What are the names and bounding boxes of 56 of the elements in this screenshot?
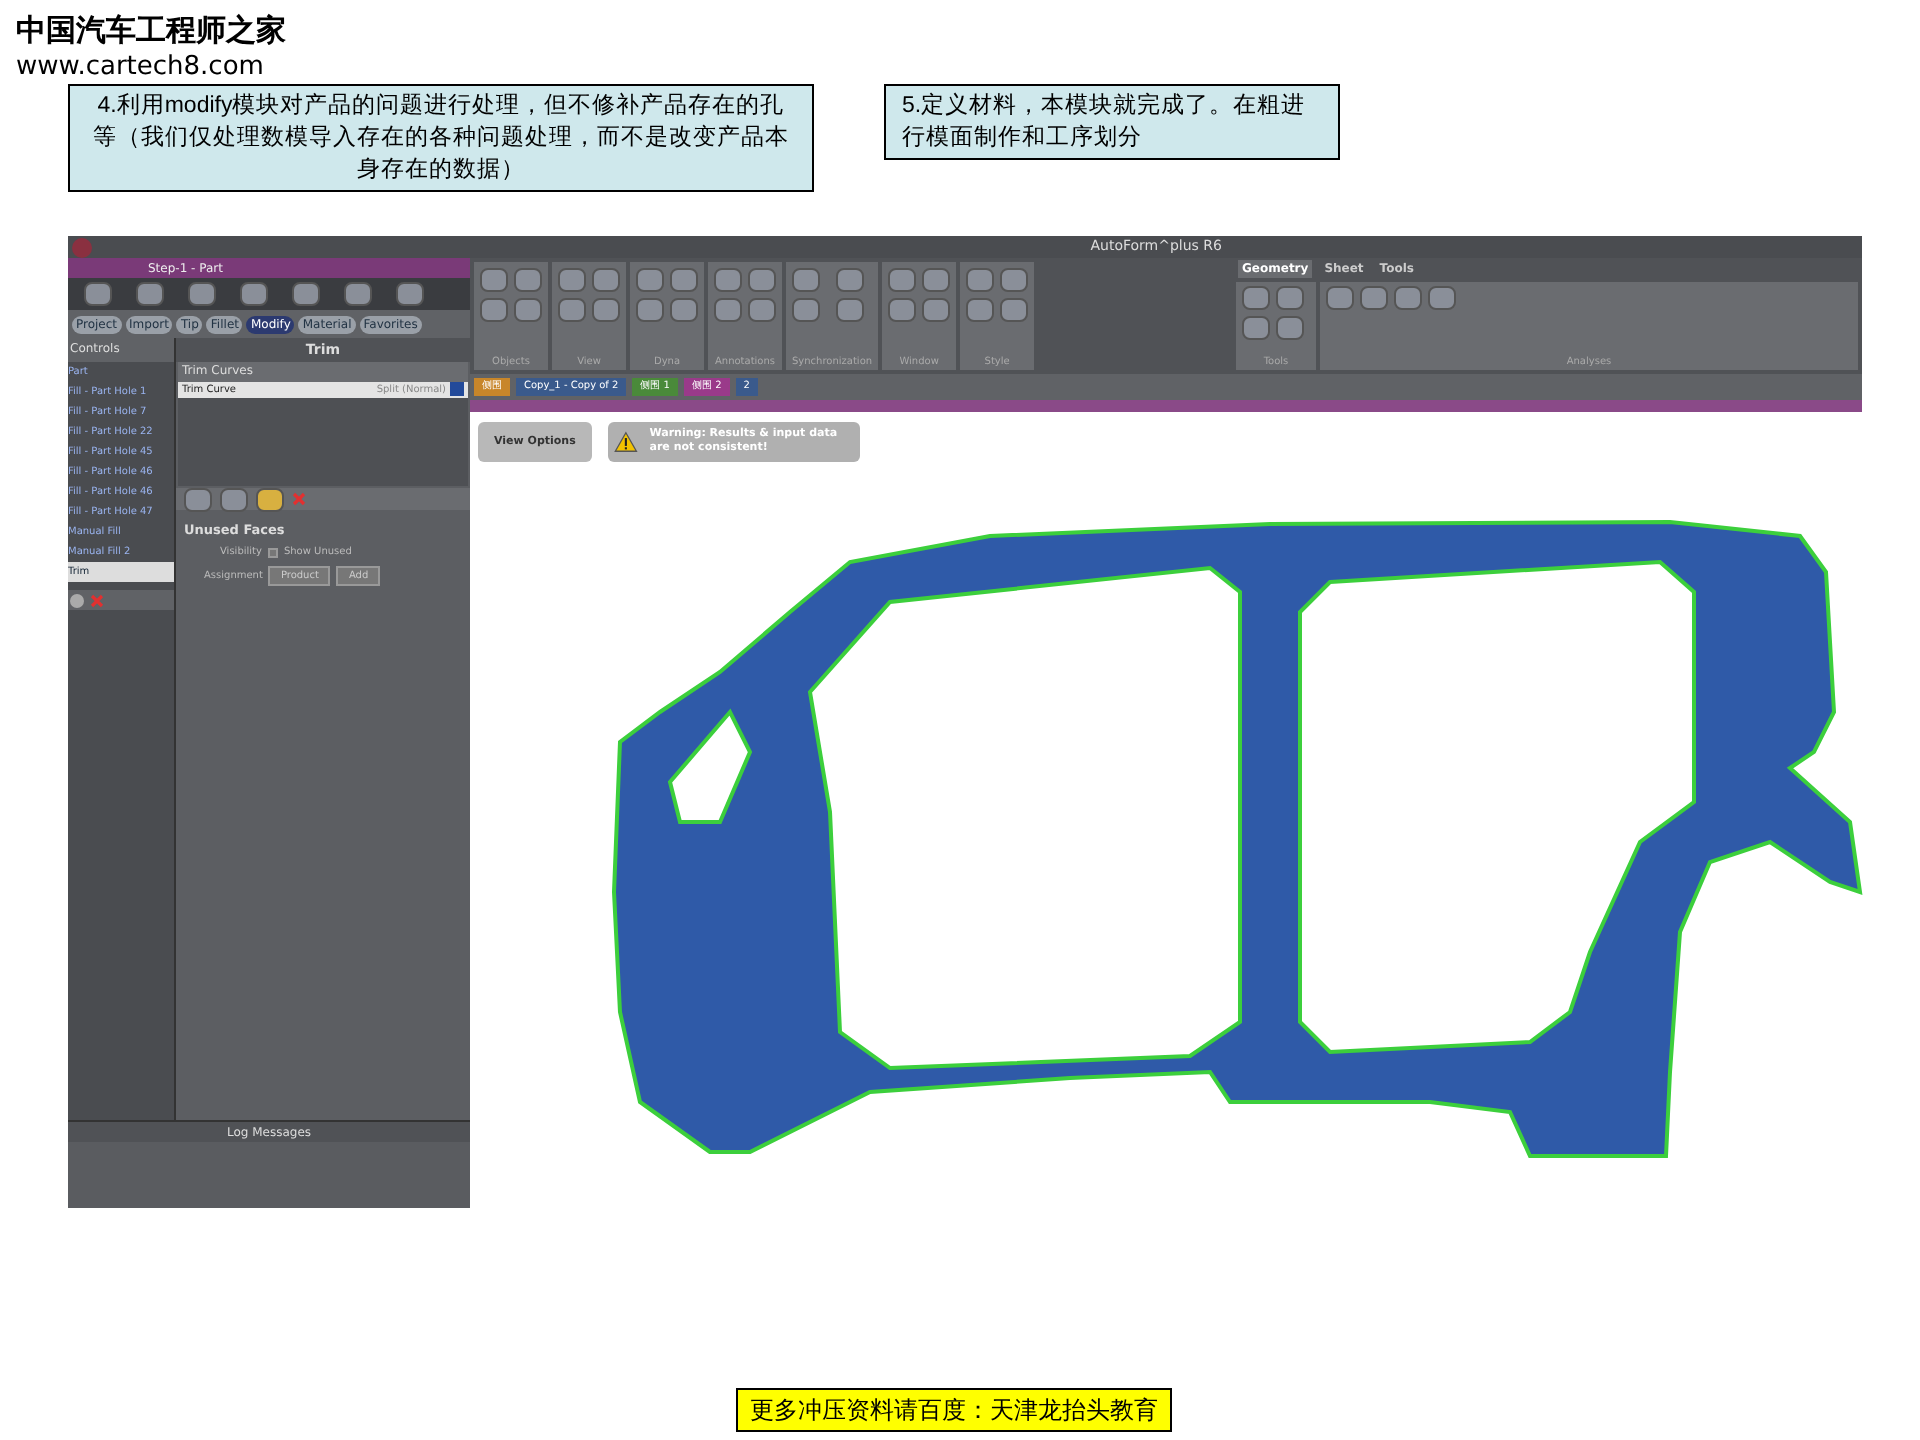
tool-icon[interactable] — [1276, 286, 1304, 310]
tool-icon[interactable] — [714, 268, 742, 292]
tool-icon[interactable] — [636, 268, 664, 292]
tool-icon[interactable] — [748, 298, 776, 322]
tool-icon[interactable] — [835, 268, 864, 292]
tool-icon[interactable] — [1428, 286, 1456, 310]
tool-icon[interactable] — [670, 298, 698, 322]
tool-icon[interactable] — [636, 298, 664, 322]
tool-icon[interactable] — [344, 282, 372, 306]
tool-icon[interactable] — [514, 298, 542, 322]
tool-icon[interactable] — [84, 282, 112, 306]
tool-icon[interactable] — [220, 487, 248, 511]
tool-icon[interactable] — [1242, 316, 1270, 340]
delete-icon[interactable] — [90, 593, 104, 607]
tool-icon[interactable] — [396, 282, 424, 306]
tool-icon[interactable] — [966, 298, 995, 322]
tool-icon[interactable] — [188, 282, 216, 306]
callout-note: 5.定义材料，本模块就完成了。在粗进行模面制作和工序划分 — [884, 84, 1340, 160]
tool-icon[interactable] — [184, 487, 212, 511]
tool-icon[interactable] — [558, 268, 586, 292]
tool-icon[interactable] — [714, 298, 742, 322]
tool-icon[interactable] — [256, 487, 284, 511]
tool-icon[interactable] — [558, 298, 586, 322]
tool-icon[interactable] — [1276, 316, 1304, 340]
tool-icon[interactable] — [792, 298, 820, 322]
tool-icon[interactable] — [292, 282, 320, 306]
tool-icon[interactable] — [922, 268, 951, 292]
visibility-checkbox[interactable] — [267, 548, 278, 558]
tool-icon[interactable] — [136, 282, 164, 306]
app-logo-icon — [72, 237, 92, 257]
tool-icon[interactable] — [1326, 286, 1354, 310]
tool-icon[interactable] — [240, 282, 268, 306]
tool-icon[interactable] — [592, 268, 620, 292]
tool-icon[interactable] — [888, 268, 917, 292]
footer-note: 更多冲压资料请百度：天津龙抬头教育 — [736, 1388, 1172, 1432]
tool-icon[interactable] — [888, 298, 917, 322]
warning-icon — [613, 426, 638, 458]
tool-icon[interactable] — [1000, 298, 1029, 322]
tool-icon[interactable] — [514, 268, 542, 292]
tool-icon[interactable] — [592, 298, 620, 322]
tool-icon[interactable] — [1242, 286, 1270, 310]
site-url: www.cartech8.com — [16, 52, 266, 84]
tool-icon[interactable] — [792, 268, 820, 292]
site-logo-title: 中国汽车工程师之家 — [16, 10, 286, 52]
tool-icon[interactable] — [835, 298, 864, 322]
tool-icon[interactable] — [922, 298, 951, 322]
tool-icon[interactable] — [1360, 286, 1388, 310]
callout-note: 4.利用modify模块对产品的问题进行处理，但不修补产品存在的孔等（我们仅处理数模导入存在的各种问题处理，而不是改变产品本身存在的数据） — [68, 84, 814, 192]
tool-icon[interactable] — [670, 268, 698, 292]
tool-icon[interactable] — [1000, 268, 1029, 292]
tool-icon[interactable] — [748, 268, 776, 292]
tool-icon[interactable] — [966, 268, 995, 292]
tool-icon[interactable] — [1394, 286, 1422, 310]
delete-icon[interactable] — [292, 492, 306, 506]
tool-icon[interactable] — [480, 298, 508, 322]
tool-icon[interactable] — [480, 268, 508, 292]
